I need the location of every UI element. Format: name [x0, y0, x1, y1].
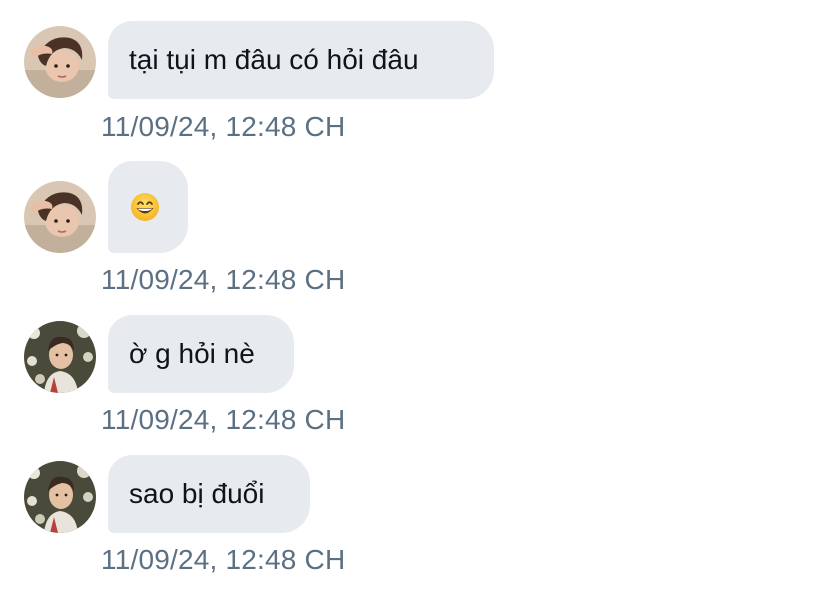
avatar-boy-icon[interactable] — [24, 321, 96, 393]
message-text: ờ g hỏi nè — [129, 338, 255, 369]
message-timestamp: 11/09/24, 12:48 CH — [101, 404, 346, 435]
message-bubble[interactable]: sao bị đuổi — [108, 455, 310, 533]
grinning-face-with-smiling-eyes-icon — [131, 193, 159, 221]
message-text: sao bị đuổi — [129, 478, 265, 509]
message-bubble[interactable]: tại tụi m đâu có hỏi đâu — [108, 21, 494, 99]
avatar-girl-icon[interactable] — [24, 26, 96, 98]
message-timestamp: 11/09/24, 12:48 CH — [101, 264, 346, 295]
message-text: tại tụi m đâu có hỏi đâu — [129, 44, 419, 75]
avatar-girl-icon[interactable] — [24, 181, 96, 253]
avatar-boy-icon[interactable] — [24, 461, 96, 533]
message-bubble[interactable]: ờ g hỏi nè — [108, 315, 294, 393]
message-timestamp: 11/09/24, 12:48 CH — [101, 111, 346, 142]
message-bubble[interactable] — [108, 161, 188, 253]
message-timestamp: 11/09/24, 12:48 CH — [101, 544, 346, 575]
